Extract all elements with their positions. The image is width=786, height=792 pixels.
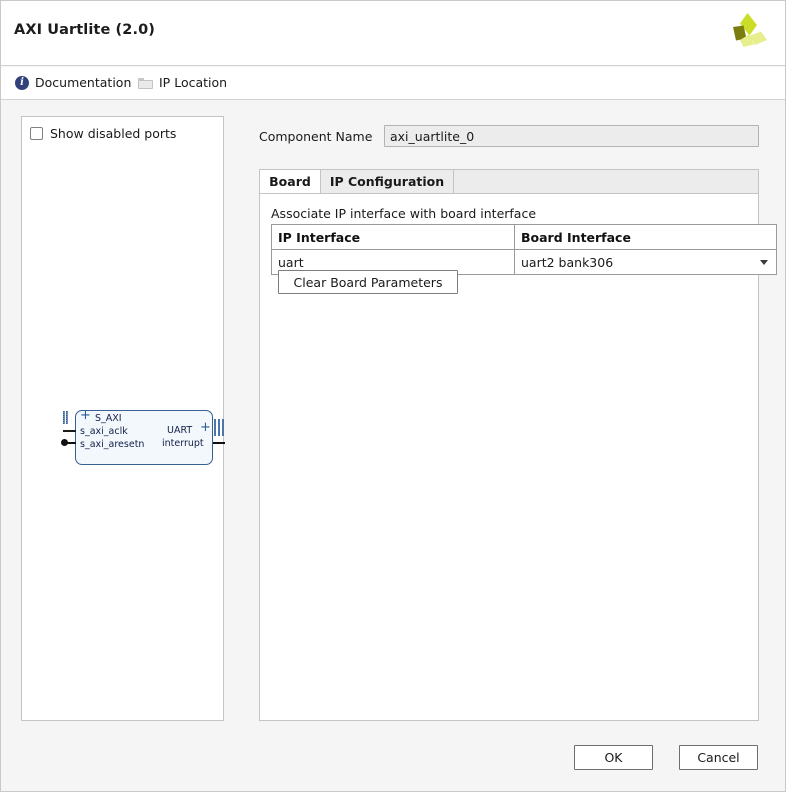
port-label-s-axi-aresetn: s_axi_aresetn <box>80 439 144 450</box>
s-axi-bus-connector-icon <box>63 411 70 424</box>
documentation-link[interactable]: i Documentation <box>15 75 131 90</box>
cell-board-interface-dropdown[interactable]: uart2 bank306 <box>515 250 777 275</box>
ok-button[interactable]: OK <box>574 745 653 770</box>
documentation-label: Documentation <box>35 75 131 90</box>
tab-board[interactable]: Board <box>259 169 321 194</box>
show-disabled-ports-checkbox[interactable] <box>30 127 43 140</box>
show-disabled-ports-label: Show disabled ports <box>50 126 176 141</box>
s-axi-aresetn-pin-icon <box>61 438 77 447</box>
uart-bus-connector-icon <box>214 419 225 436</box>
port-label-s-axi: S_AXI <box>95 413 122 424</box>
column-header-board-interface: Board Interface <box>515 225 777 250</box>
clear-board-parameters-button[interactable]: Clear Board Parameters <box>278 270 458 294</box>
board-tab-content: Associate IP interface with board interf… <box>259 193 759 721</box>
show-disabled-ports-checkbox-row[interactable]: Show disabled ports <box>30 126 176 141</box>
s-axi-aclk-pin-icon <box>63 430 76 432</box>
port-label-interrupt: interrupt <box>162 438 204 449</box>
expand-s-axi-plus-icon[interactable]: + <box>80 411 91 421</box>
interrupt-pin-icon <box>213 442 225 444</box>
ip-symbol-preview-panel: Show disabled ports + + <box>21 116 224 721</box>
expand-uart-plus-icon[interactable]: + <box>200 423 211 433</box>
board-interface-value: uart2 bank306 <box>521 255 613 270</box>
table-header-row: IP Interface Board Interface <box>272 225 777 250</box>
ip-customize-dialog: AXI Uartlite (2.0) i Documentation IP Lo… <box>0 0 786 792</box>
port-label-uart: UART <box>167 425 192 436</box>
ip-location-label: IP Location <box>159 75 227 90</box>
ip-location-link[interactable]: IP Location <box>138 75 227 90</box>
component-name-row: Component Name <box>259 125 759 147</box>
component-name-label: Component Name <box>259 129 372 144</box>
column-header-ip-interface: IP Interface <box>272 225 515 250</box>
config-tab-strip: Board IP Configuration <box>259 169 759 194</box>
ip-block-symbol[interactable]: + + S_AXI s_axi_aclk s_axi_aresetn UART … <box>55 399 225 469</box>
chevron-down-icon[interactable] <box>760 260 768 265</box>
tab-strip-filler <box>454 169 759 194</box>
info-circle-icon: i <box>15 76 29 90</box>
xilinx-pinwheel-logo-icon <box>723 10 771 56</box>
cancel-button[interactable]: Cancel <box>679 745 758 770</box>
folder-icon <box>138 77 153 89</box>
tab-ip-configuration[interactable]: IP Configuration <box>321 169 454 194</box>
associate-interface-caption: Associate IP interface with board interf… <box>271 206 536 221</box>
page-title: AXI Uartlite (2.0) <box>14 22 155 38</box>
board-interface-table: IP Interface Board Interface uart uart2 … <box>271 224 777 275</box>
dialog-toolbar: i Documentation IP Location <box>1 67 785 100</box>
dialog-titlebar: AXI Uartlite (2.0) <box>1 1 785 66</box>
component-name-input[interactable] <box>384 125 759 147</box>
port-label-s-axi-aclk: s_axi_aclk <box>80 426 128 437</box>
